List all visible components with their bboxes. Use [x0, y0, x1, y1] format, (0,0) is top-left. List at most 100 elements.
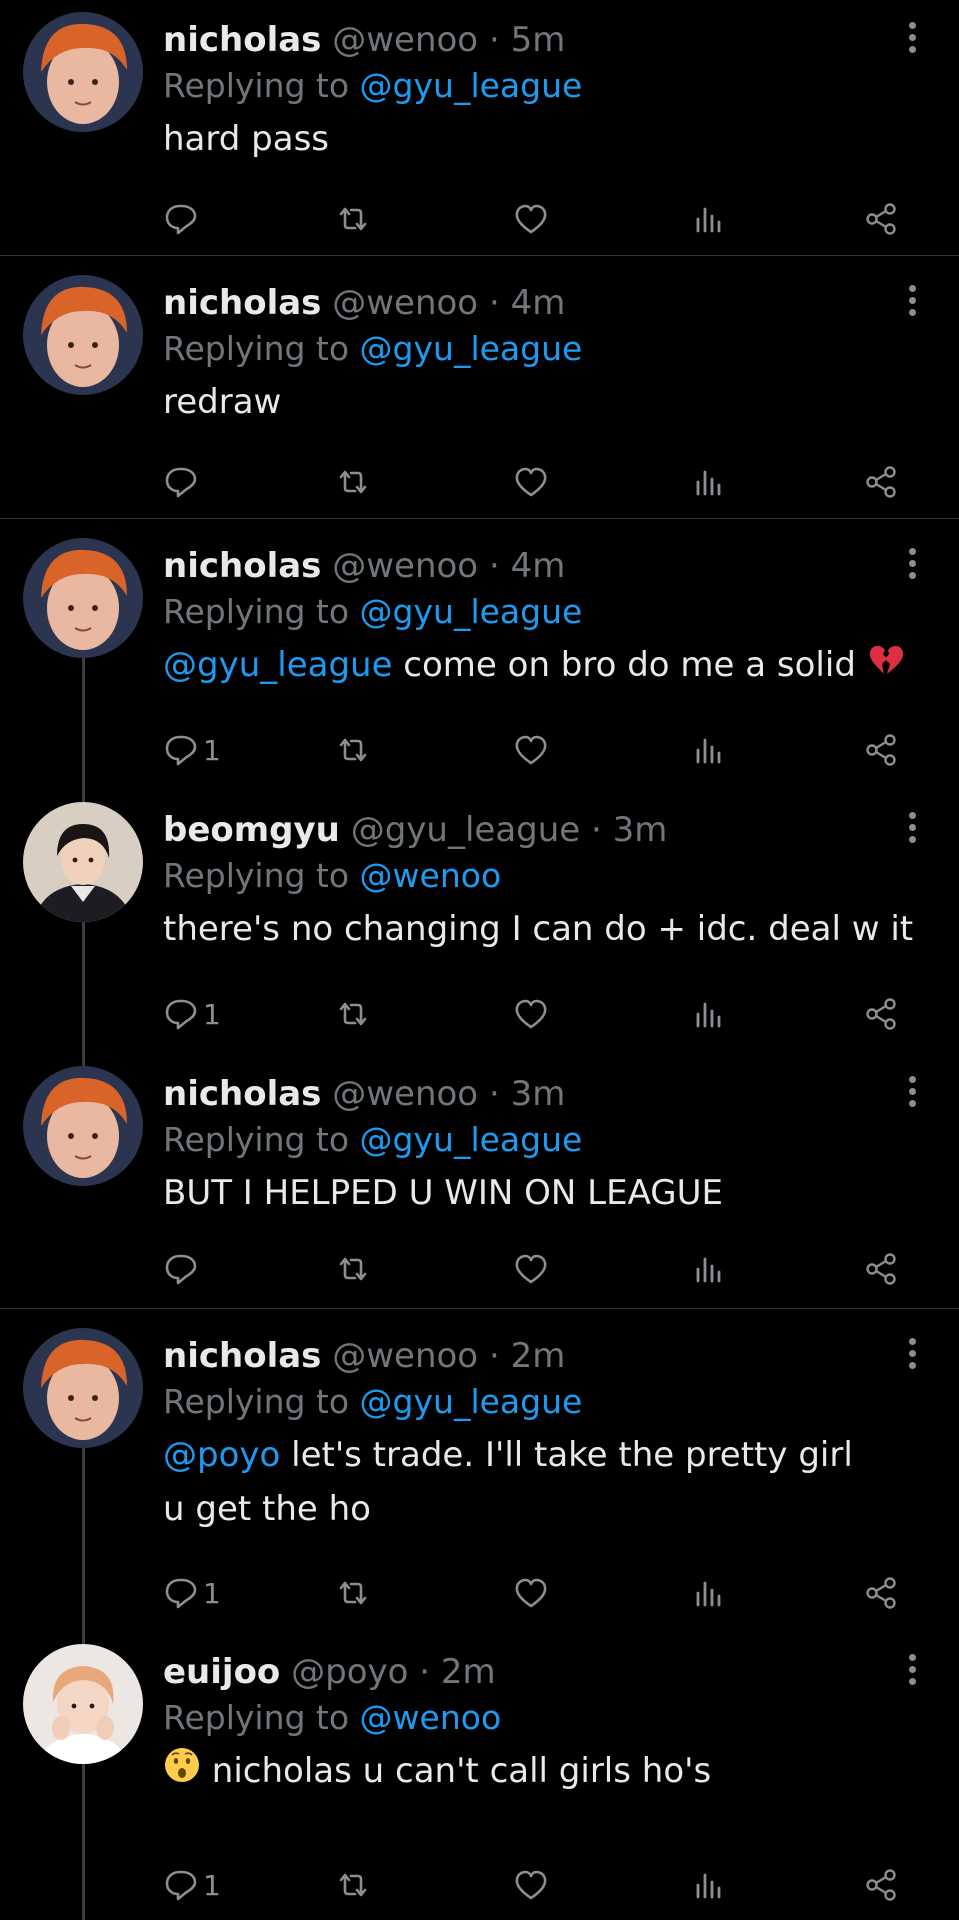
tweet[interactable]: nicholas @wenoo · 5m Replying to @gyu_le… [0, 0, 959, 255]
reply-button[interactable]: 1 [163, 1570, 221, 1616]
user-handle[interactable]: @poyo [291, 1652, 408, 1692]
share-button[interactable] [863, 727, 899, 773]
like-button[interactable] [513, 1246, 549, 1292]
avatar[interactable] [23, 538, 143, 658]
timestamp[interactable]: 2m [441, 1652, 496, 1692]
retweet-button[interactable] [335, 991, 371, 1037]
retweet-button[interactable] [335, 196, 371, 242]
views-button[interactable] [691, 991, 727, 1037]
text-mention[interactable]: @gyu_league [163, 645, 393, 685]
tweet[interactable]: nicholas @wenoo · 4m Replying to @gyu_le… [0, 263, 959, 518]
more-vertical-icon[interactable] [905, 1654, 919, 1694]
user-handle[interactable]: @wenoo [332, 20, 478, 60]
share-button[interactable] [863, 1570, 899, 1616]
reply-button[interactable] [163, 196, 203, 242]
more-vertical-icon[interactable] [905, 548, 919, 588]
user-handle[interactable]: @gyu_league [351, 810, 581, 850]
tweet[interactable]: nicholas @wenoo · 2m Replying to @gyu_le… [0, 1316, 959, 1644]
timestamp[interactable]: 2m [511, 1336, 566, 1376]
user-handle[interactable]: @wenoo [332, 1336, 478, 1376]
avatar[interactable] [23, 12, 143, 132]
tweet[interactable]: nicholas @wenoo · 3m Replying to @gyu_le… [0, 1054, 959, 1308]
tweet-text-body: there's no changing I can do + idc. deal… [163, 909, 914, 949]
separator: · [488, 1336, 500, 1376]
avatar[interactable] [23, 802, 143, 922]
timestamp[interactable]: 5m [511, 20, 566, 60]
views-button[interactable] [691, 727, 727, 773]
tweet-text-body: BUT I HELPED U WIN ON LEAGUE [163, 1173, 723, 1213]
display-name[interactable]: nicholas [163, 1074, 321, 1114]
separator: · [591, 810, 602, 850]
display-name[interactable]: beomgyu [163, 810, 340, 850]
display-name[interactable]: nicholas [163, 283, 321, 323]
retweet-button[interactable] [335, 727, 371, 773]
reply-icon [165, 204, 197, 235]
display-name[interactable]: nicholas [163, 546, 321, 586]
share-button[interactable] [863, 459, 899, 505]
retweet-button[interactable] [335, 1862, 371, 1908]
share-button[interactable] [863, 1246, 899, 1292]
more-vertical-icon[interactable] [905, 22, 919, 62]
avatar[interactable] [23, 1328, 143, 1448]
timestamp[interactable]: 4m [511, 283, 566, 323]
views-button[interactable] [691, 1570, 727, 1616]
replying-to-handle[interactable]: @gyu_league [360, 66, 583, 105]
action-bar [163, 459, 913, 505]
heart-icon [515, 467, 547, 497]
like-button[interactable] [513, 196, 549, 242]
avatar[interactable] [23, 1644, 143, 1764]
tweet-text: @gyu_league come on bro do me a solid [163, 638, 919, 694]
tweet[interactable]: nicholas @wenoo · 4m Replying to @gyu_le… [0, 526, 959, 790]
replying-to-label: Replying to [163, 1120, 350, 1159]
display-name[interactable]: euijoo [163, 1652, 280, 1692]
timestamp[interactable]: 4m [511, 546, 566, 586]
more-vertical-icon[interactable] [905, 1076, 919, 1116]
user-handle[interactable]: @wenoo [332, 283, 478, 323]
text-mention[interactable]: @poyo [163, 1435, 280, 1475]
like-button[interactable] [513, 727, 549, 773]
replying-to: Replying to @gyu_league [163, 592, 919, 632]
share-button[interactable] [863, 991, 899, 1037]
views-button[interactable] [691, 1862, 727, 1908]
replying-to-handle[interactable]: @gyu_league [360, 329, 583, 368]
reply-button[interactable] [163, 459, 203, 505]
display-name[interactable]: nicholas [163, 20, 321, 60]
heart-icon [515, 1578, 547, 1608]
tweet[interactable]: beomgyu @gyu_league · 3m Replying to @we… [0, 790, 959, 1054]
views-button[interactable] [691, 1246, 727, 1292]
replying-to-handle[interactable]: @gyu_league [360, 1120, 583, 1159]
avatar[interactable] [23, 1066, 143, 1186]
tweet[interactable]: euijoo @poyo · 2m Replying to @wenoo nic… [0, 1632, 959, 1920]
like-button[interactable] [513, 459, 549, 505]
avatar[interactable] [23, 275, 143, 395]
share-button[interactable] [863, 196, 899, 242]
views-button[interactable] [691, 459, 727, 505]
views-button[interactable] [691, 196, 727, 242]
reply-button[interactable] [163, 1246, 203, 1292]
user-handle[interactable]: @wenoo [332, 1074, 478, 1114]
share-icon [866, 998, 896, 1030]
replying-to-handle[interactable]: @wenoo [360, 1698, 502, 1737]
like-button[interactable] [513, 991, 549, 1037]
share-button[interactable] [863, 1862, 899, 1908]
more-vertical-icon[interactable] [905, 285, 919, 325]
user-handle[interactable]: @wenoo [332, 546, 478, 586]
replying-to-handle[interactable]: @wenoo [360, 856, 502, 895]
like-button[interactable] [513, 1862, 549, 1908]
like-button[interactable] [513, 1570, 549, 1616]
retweet-button[interactable] [335, 1570, 371, 1616]
retweet-button[interactable] [335, 1246, 371, 1292]
reply-button[interactable]: 1 [163, 727, 221, 773]
reply-button[interactable]: 1 [163, 991, 221, 1037]
reply-button[interactable]: 1 [163, 1862, 221, 1908]
more-vertical-icon[interactable] [905, 1338, 919, 1378]
display-name[interactable]: nicholas [163, 1336, 321, 1376]
timestamp[interactable]: 3m [613, 810, 668, 850]
more-vertical-icon[interactable] [905, 812, 919, 852]
replying-to-handle[interactable]: @gyu_league [360, 592, 583, 631]
timestamp[interactable]: 3m [511, 1074, 566, 1114]
action-bar [163, 196, 913, 242]
heart-icon [515, 999, 547, 1029]
retweet-button[interactable] [335, 459, 371, 505]
replying-to-handle[interactable]: @gyu_league [360, 1382, 583, 1421]
